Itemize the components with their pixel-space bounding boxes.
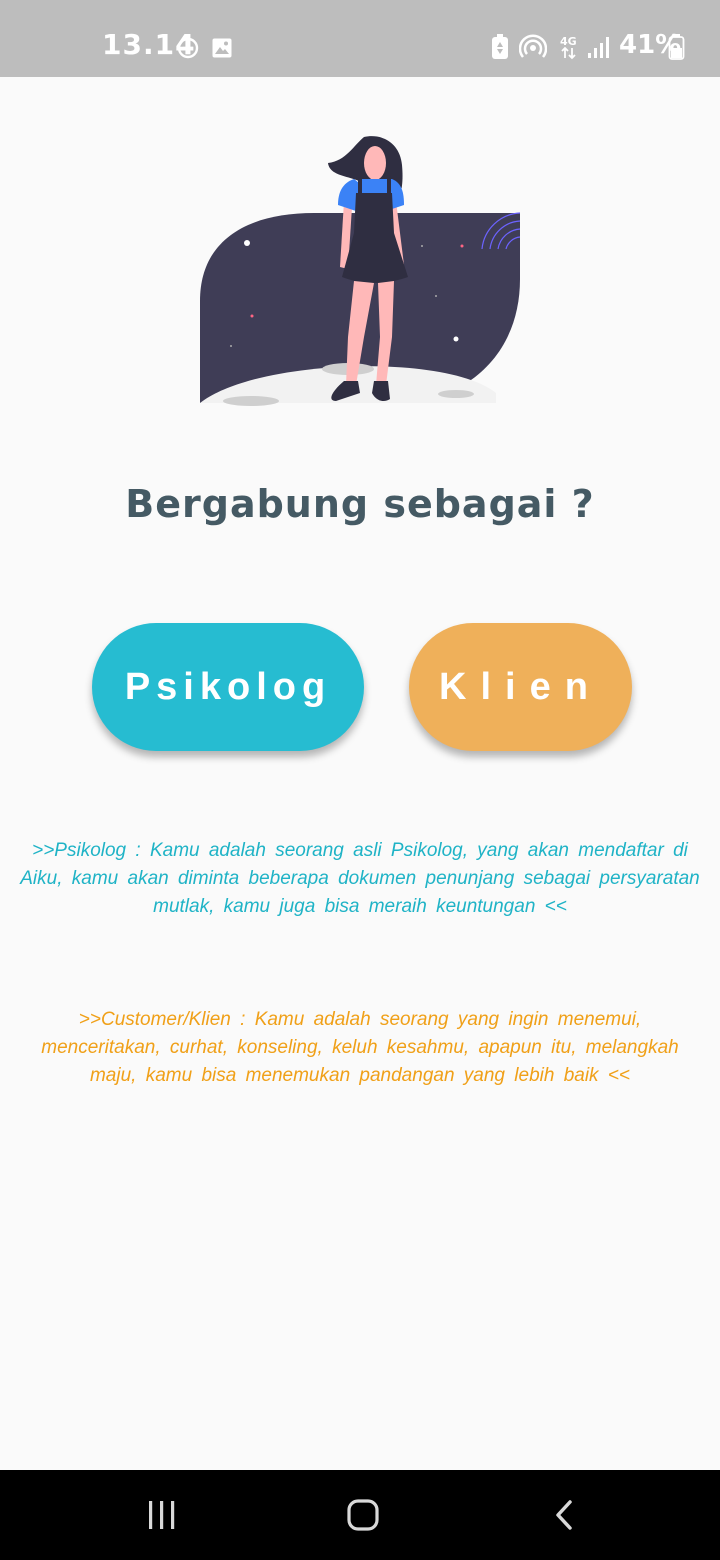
status-bar: 13.14 4G 41% [0, 0, 720, 77]
battery-icon [668, 34, 685, 60]
psikolog-description: >>Psikolog : Kamu adalah seorang asli Ps… [20, 840, 700, 917]
home-button[interactable] [333, 1490, 393, 1540]
psikolog-button[interactable]: Psikolog [92, 623, 364, 751]
back-button[interactable] [534, 1490, 594, 1540]
do-not-disturb-icon [177, 37, 199, 59]
back-icon [556, 1500, 572, 1530]
svg-text:4G: 4G [560, 35, 577, 48]
main-content: Bergabung sebagai ? Psikolog Klien >>Psi… [0, 77, 720, 1470]
hotspot-icon [519, 34, 547, 58]
home-icon [347, 1499, 379, 1531]
battery-saver-icon [492, 34, 508, 59]
network-4g-icon: 4G [560, 35, 577, 60]
woman-on-moon-illustration [200, 136, 521, 406]
recent-apps-button[interactable] [132, 1490, 192, 1540]
klien-button[interactable]: Klien [409, 623, 632, 751]
signal-icon [588, 37, 609, 58]
page-title: Bergabung sebagai ? [125, 482, 595, 526]
klien-description: >>Customer/Klien : Kamu adalah seorang y… [41, 1009, 679, 1086]
gallery-icon [212, 38, 232, 58]
recent-apps-icon [149, 1501, 175, 1529]
navigation-bar [0, 1470, 720, 1560]
